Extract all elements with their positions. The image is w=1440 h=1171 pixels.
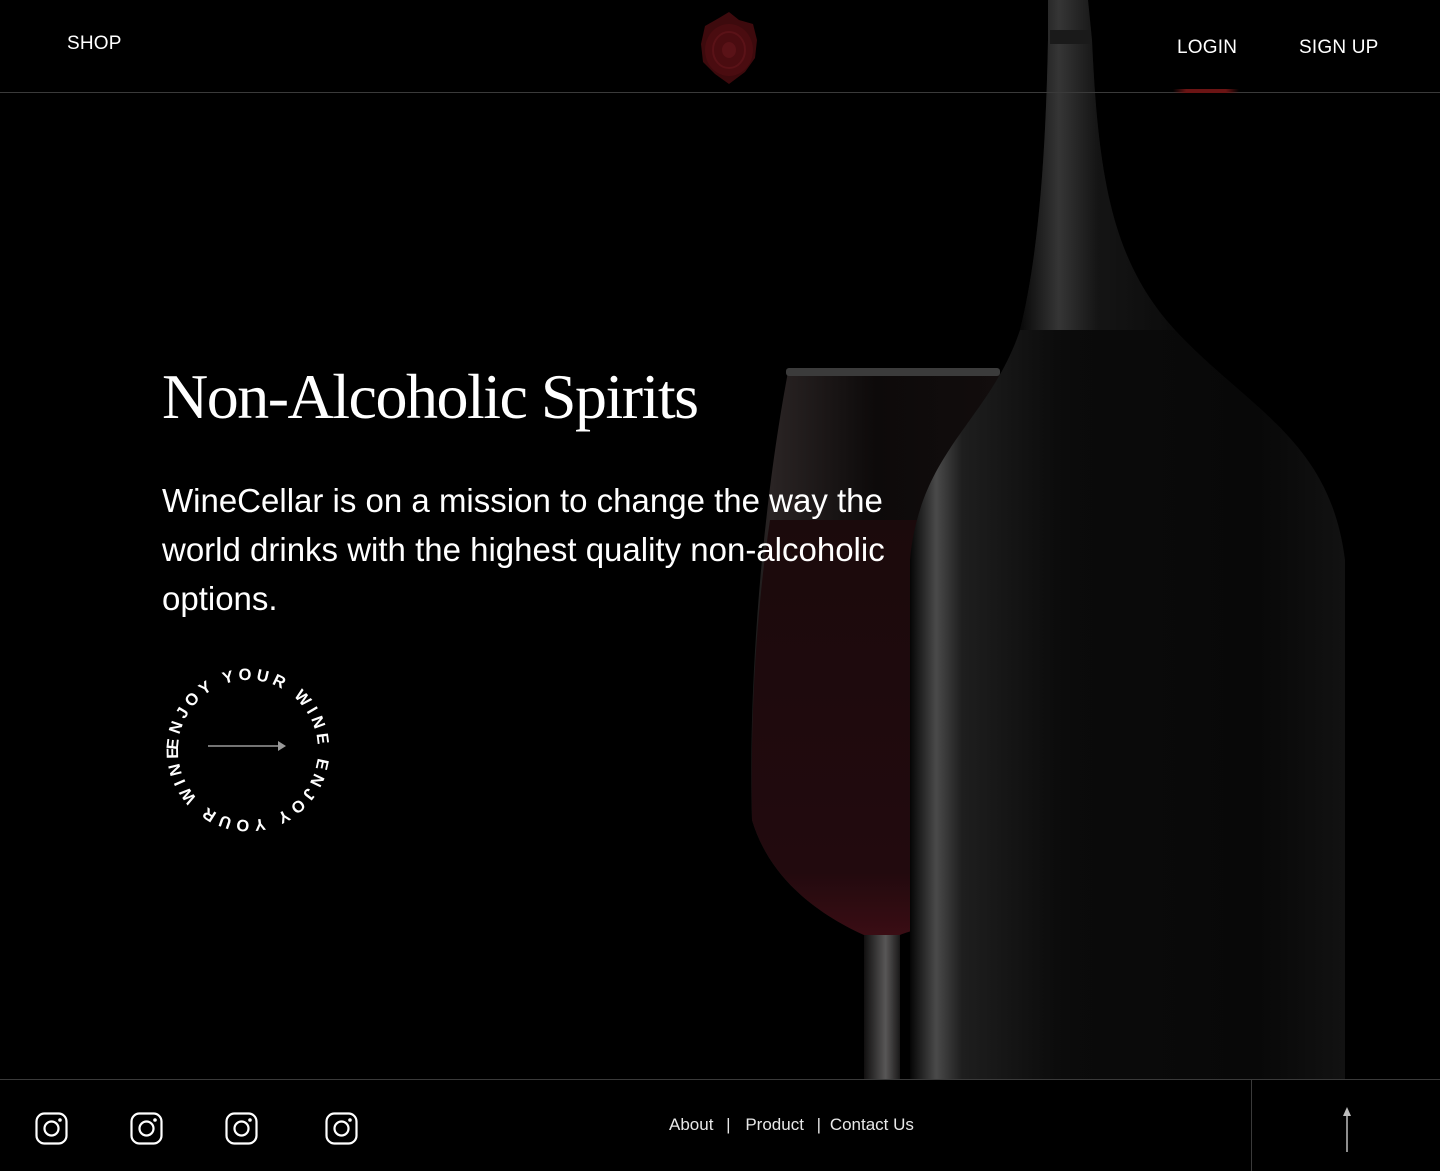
- instagram-icon[interactable]: [35, 1112, 68, 1145]
- nav-signup-link[interactable]: SIGN UP: [1299, 37, 1379, 59]
- arrow-up-icon[interactable]: [1337, 1106, 1357, 1152]
- arrow-right-icon: [208, 741, 286, 751]
- footer-separator: |: [816, 1115, 822, 1134]
- instagram-icon[interactable]: [325, 1112, 358, 1145]
- enjoy-your-wine-badge-button[interactable]: ENJOY YOUR WINE ENJOY YOUR WINE: [162, 664, 334, 836]
- login-active-indicator: [1173, 89, 1239, 93]
- hero-title: Non-Alcoholic Spirits: [162, 361, 699, 432]
- wax-seal-logo-icon[interactable]: [697, 10, 761, 86]
- instagram-icon[interactable]: [225, 1112, 258, 1145]
- badge-circular-text: ENJOY YOUR WINE ENJOY YOUR WINE: [164, 666, 328, 835]
- nav-login-link[interactable]: LOGIN: [1177, 37, 1237, 59]
- instagram-icon[interactable]: [130, 1112, 163, 1145]
- site-header: SHOP LOGIN SIGN UP: [0, 0, 1440, 93]
- footer-links: About | Product | Contact Us: [669, 1115, 914, 1135]
- nav-shop-link[interactable]: SHOP: [67, 33, 122, 55]
- site-footer: About | Product | Contact Us: [0, 1079, 1440, 1171]
- footer-link-about[interactable]: About: [669, 1115, 713, 1134]
- hero-description: WineCellar is on a mission to change the…: [162, 482, 885, 617]
- footer-separator: |: [726, 1115, 731, 1134]
- svg-text:ENJOY YOUR WINE ENJOY YOUR WIN: ENJOY YOUR WINE ENJOY YOUR WINE: [164, 666, 333, 835]
- footer-link-contact-us[interactable]: Contact Us: [830, 1115, 914, 1134]
- footer-link-product[interactable]: Product: [745, 1115, 804, 1134]
